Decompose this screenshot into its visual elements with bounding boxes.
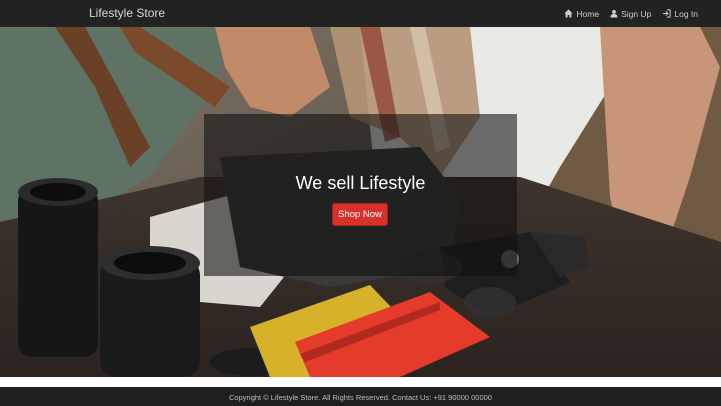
home-icon [564,9,574,18]
nav-signup-label: Sign Up [621,8,652,19]
login-icon [662,9,671,18]
nav-signup-link[interactable]: Sign Up [610,9,651,19]
hero-overlay-panel: We sell Lifestyle Shop Now [204,114,517,276]
shop-now-button[interactable]: Shop Now [332,203,388,226]
navbar: Lifestyle Store Home Sign Up Log In [0,0,721,27]
nav-login-label: Log In [674,8,698,19]
nav-login-link[interactable]: Log In [662,9,698,19]
nav-home-link[interactable]: Home [564,9,599,19]
user-icon [610,9,618,18]
nav-links: Home Sign Up Log In [564,0,698,27]
footer: Copyright © Lifestyle Store. All Rights … [0,387,721,406]
hero-headline: We sell Lifestyle [295,173,426,193]
nav-home-label: Home [576,8,600,19]
footer-copyright-text: Copyright © Lifestyle Store. All Rights … [229,393,492,402]
brand-link[interactable]: Lifestyle Store [89,6,165,20]
hero-banner: We sell Lifestyle Shop Now [0,27,721,377]
footer-spacer [0,377,721,387]
